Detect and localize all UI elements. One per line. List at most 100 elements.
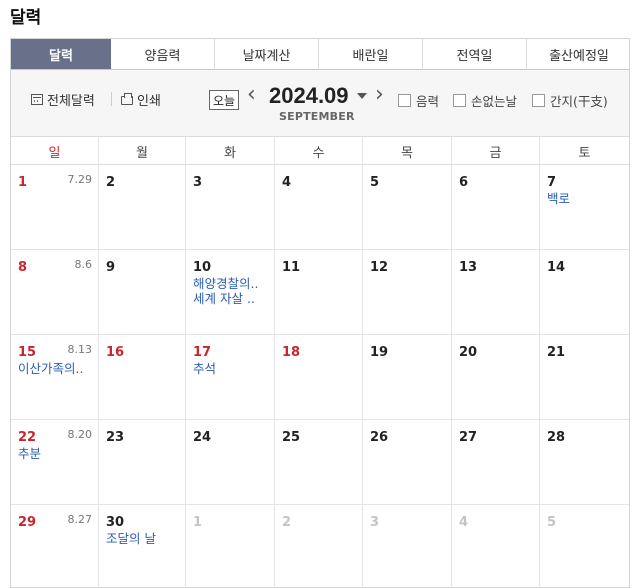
print-button[interactable]: 인쇄 xyxy=(121,90,161,109)
calendar-day-cell[interactable]: 4 xyxy=(452,505,540,588)
full-calendar-button[interactable]: 전체달력 xyxy=(31,90,95,109)
day-number: 15 xyxy=(18,345,37,360)
day-number: 13 xyxy=(459,260,478,275)
checkbox-icon[interactable] xyxy=(398,94,411,107)
weekday-label: 수 xyxy=(275,137,363,165)
tab-date-calc[interactable]: 날짜계산 xyxy=(215,39,319,69)
lunar-date: 8.27 xyxy=(67,513,93,526)
calendar-day-cell[interactable]: 9 xyxy=(99,250,186,334)
checkbox-icon[interactable] xyxy=(532,94,545,107)
weekday-header: 일월화수목금 토 xyxy=(11,137,629,165)
caret-down-icon[interactable] xyxy=(357,93,367,99)
calendar-day-cell[interactable]: 17 추석 xyxy=(186,335,275,419)
calendar-day-cell[interactable]: 1 7.29 xyxy=(11,165,99,249)
calendar-day-cell[interactable]: 12 xyxy=(363,250,452,334)
calendar-day-cell[interactable]: 10 해양경찰의.. 세계 자살 .. xyxy=(186,250,275,334)
calendar-day-cell[interactable]: 7 백로 xyxy=(540,165,629,249)
tab-ovulation[interactable]: 배란일 xyxy=(319,39,423,69)
weekday-label: 토 xyxy=(578,145,591,161)
calendar-tabs: 달력 양음력 날짜계산 배란일 전역일 출산예정일 xyxy=(10,38,630,70)
calendar-day-cell[interactable]: 22 8.20 추분 xyxy=(11,420,99,504)
calendar-day-cell[interactable]: 19 xyxy=(363,335,452,419)
calendar-day-cell[interactable]: 13 xyxy=(452,250,540,334)
calendar-event[interactable]: 세계 자살 .. xyxy=(193,291,273,306)
calendar-day-cell[interactable]: 23 xyxy=(99,420,186,504)
calendar-day-cell[interactable]: 14 xyxy=(540,250,629,334)
calendar-event[interactable]: 추석 xyxy=(193,361,273,376)
calendar-day-cell[interactable]: 26 xyxy=(363,420,452,504)
lunar-date: 7.29 xyxy=(67,173,93,186)
calendar-day-cell[interactable]: 6 xyxy=(452,165,540,249)
calendar-event[interactable]: 해양경찰의.. xyxy=(193,276,273,291)
calendar-day-cell[interactable]: 18 xyxy=(275,335,363,419)
chevron-left-icon[interactable]: ‹ xyxy=(247,84,256,106)
full-calendar-label: 전체달력 xyxy=(47,94,95,109)
day-number: 9 xyxy=(106,260,116,275)
auspicious-day-checkbox[interactable]: 손없는날 xyxy=(453,91,517,110)
toolbar-divider xyxy=(111,92,112,106)
lunar-date: 8.13 xyxy=(67,343,93,356)
calendar-toolbar: 전체달력 인쇄 오늘 ‹ 2024.09 › SEPTEMBER 음력 손없는날… xyxy=(11,70,629,137)
auspicious-day-checkbox-label: 손없는날 xyxy=(471,94,518,109)
calendar-day-cell[interactable]: 3 xyxy=(186,165,275,249)
day-number: 7 xyxy=(547,175,557,190)
day-number: 1 xyxy=(18,175,28,190)
day-number: 29 xyxy=(18,515,37,530)
calendar-day-cell[interactable]: 29 8.27 xyxy=(11,505,99,588)
day-number: 3 xyxy=(370,515,380,530)
day-number: 18 xyxy=(282,345,301,360)
weekday-label: 월 xyxy=(99,137,186,165)
day-number: 23 xyxy=(106,430,125,445)
day-number: 28 xyxy=(547,430,566,445)
day-number: 8 xyxy=(18,260,28,275)
printer-icon xyxy=(121,93,133,105)
day-number: 5 xyxy=(370,175,380,190)
calendar-event[interactable]: 조달의 날 xyxy=(106,531,186,546)
tab-solar-lunar[interactable]: 양음력 xyxy=(111,39,215,69)
calendar-day-cell[interactable]: 5 xyxy=(540,505,629,588)
day-number: 30 xyxy=(106,515,125,530)
tab-calendar[interactable]: 달력 xyxy=(11,39,111,69)
calendar-week-row: 29 8.27 30 조달의 날12345 xyxy=(11,505,629,588)
calendar-day-cell[interactable]: 27 xyxy=(452,420,540,504)
calendar-day-cell[interactable]: 28 xyxy=(540,420,629,504)
day-number: 12 xyxy=(370,260,389,275)
calendar-event[interactable]: 백로 xyxy=(547,191,627,206)
calendar-event[interactable]: 이산가족의.. xyxy=(18,361,98,376)
today-button[interactable]: 오늘 xyxy=(209,90,240,110)
chevron-right-icon[interactable]: › xyxy=(375,84,384,106)
day-number: 16 xyxy=(106,345,125,360)
current-month[interactable]: 2024.09 xyxy=(269,83,349,109)
calendar-day-cell[interactable]: 8 8.6 xyxy=(11,250,99,334)
day-number: 22 xyxy=(18,430,37,445)
tab-due-date[interactable]: 출산예정일 xyxy=(527,39,631,69)
calendar-day-cell[interactable]: 15 8.13 이산가족의.. xyxy=(11,335,99,419)
day-number: 26 xyxy=(370,430,389,445)
calendar-day-cell[interactable]: 16 xyxy=(99,335,186,419)
calendar-day-cell[interactable]: 3 xyxy=(363,505,452,588)
month-english: SEPTEMBER xyxy=(279,110,355,123)
ganji-checkbox[interactable]: 간지(干支) xyxy=(532,91,608,110)
checkbox-icon[interactable] xyxy=(453,94,466,107)
calendar-day-cell[interactable]: 24 xyxy=(186,420,275,504)
calendar-day-cell[interactable]: 1 xyxy=(186,505,275,588)
day-number: 21 xyxy=(547,345,566,360)
calendar-event[interactable]: 추분 xyxy=(18,446,98,461)
calendar-day-cell[interactable]: 5 xyxy=(363,165,452,249)
calendar-day-cell[interactable]: 21 xyxy=(540,335,629,419)
calendar-day-cell[interactable]: 25 xyxy=(275,420,363,504)
tab-discharge-date[interactable]: 전역일 xyxy=(423,39,527,69)
calendar-day-cell[interactable]: 20 xyxy=(452,335,540,419)
day-number: 24 xyxy=(193,430,212,445)
calendar-day-cell[interactable]: 2 xyxy=(275,505,363,588)
calendar-day-cell[interactable]: 30 조달의 날 xyxy=(99,505,186,588)
calendar-day-cell[interactable]: 11 xyxy=(275,250,363,334)
calendar-day-cell[interactable]: 2 xyxy=(99,165,186,249)
lunar-checkbox[interactable]: 음력 xyxy=(398,91,439,110)
weekday-label: 목 xyxy=(363,137,452,165)
calendar-day-cell[interactable]: 4 xyxy=(275,165,363,249)
lunar-date: 8.20 xyxy=(67,428,93,441)
day-number: 11 xyxy=(282,260,301,275)
day-number: 4 xyxy=(282,175,292,190)
weekday-label: 화 xyxy=(186,137,275,165)
